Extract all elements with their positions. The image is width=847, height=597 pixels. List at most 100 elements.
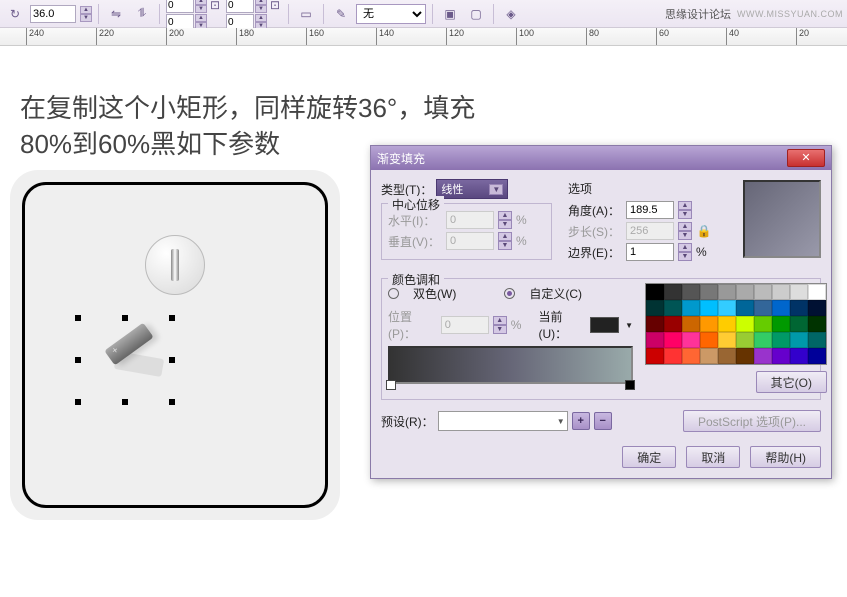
- radio-two-color[interactable]: [388, 288, 399, 299]
- selection-handle[interactable]: [122, 399, 128, 405]
- color-swatch[interactable]: [700, 332, 718, 348]
- preset-remove-button[interactable]: −: [594, 412, 612, 430]
- color-swatch[interactable]: [718, 332, 736, 348]
- color-swatch[interactable]: [718, 300, 736, 316]
- color-swatch[interactable]: [736, 300, 754, 316]
- color-swatch[interactable]: [700, 300, 718, 316]
- color-swatch[interactable]: [772, 284, 790, 300]
- offset-x-spinner[interactable]: ▲▼: [195, 0, 207, 13]
- lock-icon[interactable]: 🔒: [696, 223, 712, 239]
- color-swatch[interactable]: [646, 284, 664, 300]
- color-swatch[interactable]: [772, 300, 790, 316]
- current-swatch[interactable]: [590, 317, 619, 333]
- gradient-editor[interactable]: [388, 346, 633, 384]
- outline-width-select[interactable]: 无: [356, 4, 426, 24]
- position-spinner: ▲▼: [493, 316, 507, 334]
- color-swatch[interactable]: [664, 284, 682, 300]
- ok-button[interactable]: 确定: [622, 446, 676, 468]
- color-swatch[interactable]: [736, 332, 754, 348]
- color-swatch[interactable]: [754, 348, 772, 364]
- color-swatch[interactable]: [718, 284, 736, 300]
- to-front-icon[interactable]: ▣: [439, 3, 461, 25]
- radio-custom[interactable]: [504, 288, 515, 299]
- color-swatch[interactable]: [790, 332, 808, 348]
- color-swatch[interactable]: [808, 348, 826, 364]
- color-swatch[interactable]: [682, 332, 700, 348]
- selection-handle[interactable]: [75, 357, 81, 363]
- color-swatch[interactable]: [808, 284, 826, 300]
- selection-handle[interactable]: [75, 399, 81, 405]
- color-swatch[interactable]: [682, 300, 700, 316]
- selection-handle[interactable]: [75, 315, 81, 321]
- convert-icon[interactable]: ◈: [500, 3, 522, 25]
- color-swatch[interactable]: [664, 316, 682, 332]
- color-swatch[interactable]: [664, 348, 682, 364]
- gradient-stop[interactable]: [625, 380, 635, 390]
- size-w-input[interactable]: [226, 0, 254, 13]
- color-swatch[interactable]: [646, 332, 664, 348]
- color-swatch[interactable]: [754, 284, 772, 300]
- color-swatch[interactable]: [808, 316, 826, 332]
- size-w-spinner[interactable]: ▲▼: [255, 0, 267, 13]
- color-swatch[interactable]: [646, 300, 664, 316]
- color-swatch[interactable]: [736, 284, 754, 300]
- selection-handle[interactable]: [169, 357, 175, 363]
- offset-x-input[interactable]: [166, 0, 194, 13]
- color-swatch[interactable]: [718, 348, 736, 364]
- color-swatch[interactable]: [790, 300, 808, 316]
- color-swatch[interactable]: [682, 348, 700, 364]
- color-swatch[interactable]: [790, 348, 808, 364]
- color-swatch[interactable]: [808, 332, 826, 348]
- color-swatch[interactable]: [790, 284, 808, 300]
- color-swatch[interactable]: [700, 316, 718, 332]
- preset-add-button[interactable]: +: [572, 412, 590, 430]
- color-swatch[interactable]: [682, 284, 700, 300]
- cancel-button[interactable]: 取消: [686, 446, 740, 468]
- color-swatch[interactable]: [700, 348, 718, 364]
- color-swatch[interactable]: [664, 332, 682, 348]
- color-swatch[interactable]: [736, 348, 754, 364]
- color-swatch[interactable]: [772, 348, 790, 364]
- angle-input-dlg[interactable]: [626, 201, 674, 219]
- color-swatch[interactable]: [682, 316, 700, 332]
- color-swatch[interactable]: [664, 300, 682, 316]
- outline-pen-icon[interactable]: ✎: [330, 3, 352, 25]
- align-icon[interactable]: ▭: [295, 3, 317, 25]
- to-back-icon[interactable]: ▢: [465, 3, 487, 25]
- color-swatch[interactable]: [646, 316, 664, 332]
- color-swatch[interactable]: [772, 332, 790, 348]
- angle-input[interactable]: [30, 5, 76, 23]
- selection-handle[interactable]: [169, 399, 175, 405]
- type-combo[interactable]: 线性▼: [436, 179, 508, 199]
- selection-bbox[interactable]: [75, 315, 175, 405]
- color-swatch[interactable]: [808, 300, 826, 316]
- edge-input[interactable]: [626, 243, 674, 261]
- selection-handle[interactable]: [169, 315, 175, 321]
- angle-spinner-dlg[interactable]: ▲▼: [678, 201, 692, 219]
- preset-combo[interactable]: ▼: [438, 411, 568, 431]
- lock-xy-icon[interactable]: ⊡: [208, 0, 222, 12]
- color-swatch[interactable]: [790, 316, 808, 332]
- color-swatch[interactable]: [736, 316, 754, 332]
- edge-spinner[interactable]: ▲▼: [678, 243, 692, 261]
- color-swatch[interactable]: [754, 300, 772, 316]
- lock-wh-icon[interactable]: ⊡: [268, 0, 282, 12]
- mirror-v-icon[interactable]: ⥮: [131, 3, 153, 25]
- close-button[interactable]: ✕: [787, 149, 825, 167]
- others-button[interactable]: 其它(O): [756, 371, 827, 393]
- color-swatch[interactable]: [646, 348, 664, 364]
- color-swatch[interactable]: [718, 316, 736, 332]
- rotate-icon[interactable]: ↻: [4, 3, 26, 25]
- help-button[interactable]: 帮助(H): [750, 446, 821, 468]
- step-label: 步长(S)：: [568, 223, 622, 240]
- color-swatch[interactable]: [754, 316, 772, 332]
- color-swatch[interactable]: [754, 332, 772, 348]
- angle-spinner[interactable]: ▲▼: [80, 6, 92, 22]
- color-palette[interactable]: [645, 283, 827, 365]
- mirror-h-icon[interactable]: ⇋: [105, 3, 127, 25]
- selection-handle[interactable]: [122, 315, 128, 321]
- color-swatch[interactable]: [772, 316, 790, 332]
- gradient-stop[interactable]: [386, 380, 396, 390]
- color-swatch[interactable]: [700, 284, 718, 300]
- dialog-titlebar[interactable]: 渐变填充 ✕: [371, 146, 831, 170]
